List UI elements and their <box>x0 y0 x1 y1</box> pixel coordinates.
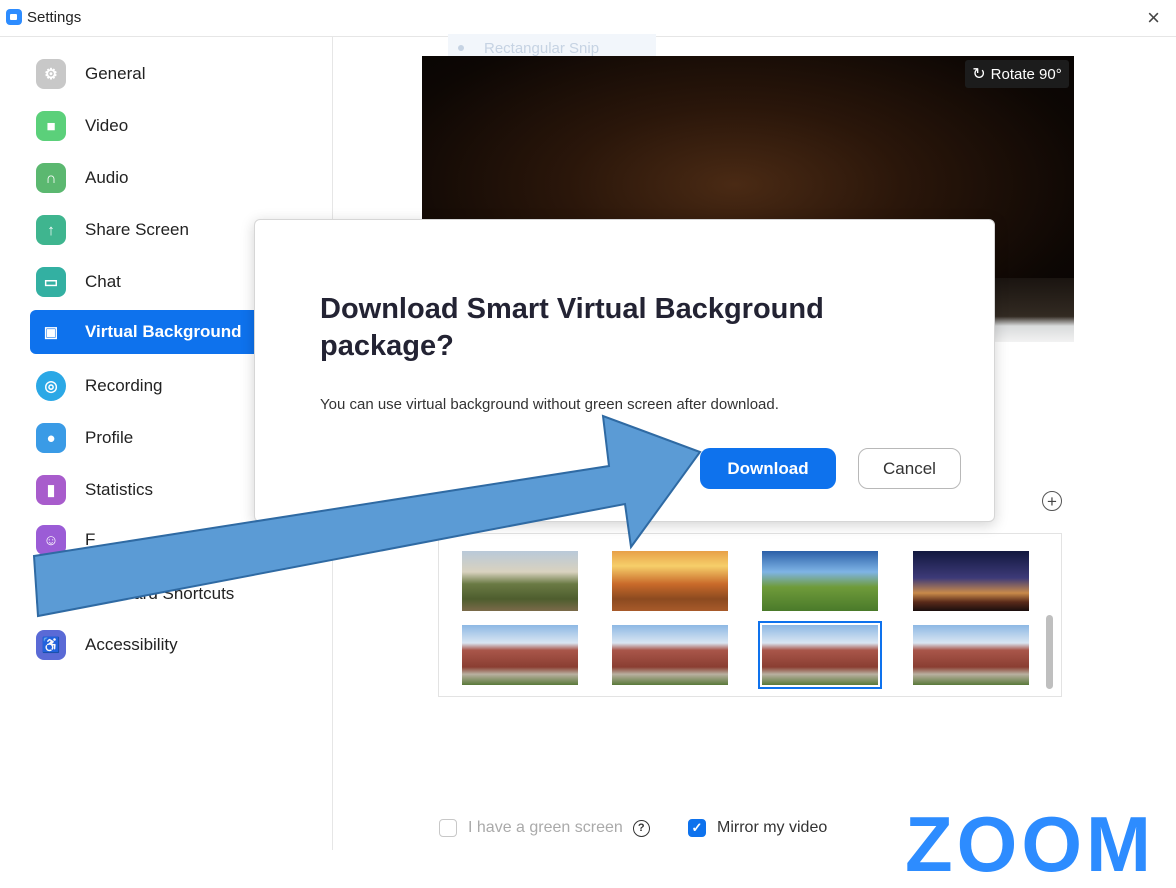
sidebar-item-label: Accessibility <box>85 635 178 654</box>
chat-bubble-icon: ▭ <box>36 267 66 297</box>
close-icon[interactable]: × <box>1147 5 1160 31</box>
sidebar-item-label: Virtual Background <box>85 322 242 341</box>
green-screen-checkbox[interactable] <box>439 819 457 837</box>
accessibility-icon: ♿ <box>36 630 66 660</box>
mirror-video-checkbox[interactable]: ✓ <box>688 819 706 837</box>
cancel-button[interactable]: Cancel <box>858 448 961 489</box>
sidebar-item-label: Video <box>85 116 129 135</box>
background-thumbnail-campus-1[interactable] <box>462 625 578 685</box>
rectangular-snip-label: Rectangular Snip <box>484 40 600 57</box>
sidebar-item-audio[interactable]: ∩ Audio <box>30 156 330 200</box>
mirror-video-label: Mirror my video <box>717 819 828 836</box>
dialog-message: You can use virtual background without g… <box>320 396 779 413</box>
recording-icon: ◎ <box>36 371 66 401</box>
gear-icon: ⚙ <box>36 59 66 89</box>
background-gallery <box>438 533 1062 697</box>
window-title: Settings <box>27 9 82 26</box>
snip-dot-icon <box>458 45 464 51</box>
sidebar-item-label: F <box>85 530 96 549</box>
download-button[interactable]: Download <box>700 448 836 489</box>
share-screen-icon: ↑ <box>36 215 66 245</box>
sidebar-item-label: Statistics <box>85 480 154 499</box>
headphones-icon: ∩ <box>36 163 66 193</box>
dialog-title: Download Smart Virtual Background packag… <box>320 293 824 362</box>
background-thumbnail-campus-3-selected[interactable] <box>758 621 882 689</box>
sidebar-item-label: Share Screen <box>85 220 189 239</box>
sidebar-item-video[interactable]: ■ Video <box>30 104 330 148</box>
background-thumbnail-campus-2[interactable] <box>612 625 728 685</box>
rotate-label: Rotate 90° <box>990 65 1062 83</box>
rotate-button[interactable]: ↻ Rotate 90° <box>965 60 1069 88</box>
zoom-logo: ZOOM <box>905 800 1155 888</box>
gallery-scroll-thumb[interactable] <box>1046 615 1053 689</box>
green-screen-option[interactable]: I have a green screen ? <box>439 816 650 840</box>
sidebar-item-keyboard-shortcuts[interactable]: ⌨ Keyboard Shortcuts <box>30 572 330 616</box>
sidebar-item-label: Keyboard Shortcuts <box>85 584 235 603</box>
help-icon[interactable]: ? <box>632 819 650 837</box>
background-thumbnail-night-campus[interactable] <box>913 551 1029 611</box>
feedback-icon: ☺ <box>36 525 66 555</box>
background-thumbnail-valley[interactable] <box>762 551 878 611</box>
zoom-app-icon <box>6 9 22 25</box>
sidebar-item-general[interactable]: ⚙ General <box>30 52 330 96</box>
virtual-background-icon: ▣ <box>43 324 59 341</box>
statistics-icon: ▮ <box>36 475 66 505</box>
profile-icon: ● <box>36 423 66 453</box>
background-thumbnail-sunset-field[interactable] <box>612 551 728 611</box>
download-dialog: Download Smart Virtual Background packag… <box>254 219 995 522</box>
plus-icon: + <box>1047 491 1057 511</box>
background-thumbnail-hills[interactable] <box>462 551 578 611</box>
video-camera-icon: ■ <box>36 111 66 141</box>
sidebar-item-label: Audio <box>85 168 129 187</box>
sidebar-item-label: Chat <box>85 272 121 291</box>
keyboard-icon: ⌨ <box>36 579 66 609</box>
rotate-icon: ↻ <box>972 66 986 83</box>
title-bar: Settings × <box>0 0 1176 37</box>
sidebar-item-feedback[interactable]: ☺ F <box>30 518 330 562</box>
sidebar-item-label: Profile <box>85 428 134 447</box>
gallery-scrollbar[interactable] <box>1044 539 1056 691</box>
sidebar-item-accessibility[interactable]: ♿ Accessibility <box>30 623 330 667</box>
add-background-button[interactable]: + <box>1042 491 1062 511</box>
mirror-video-option[interactable]: ✓ Mirror my video <box>688 816 827 840</box>
sidebar-item-label: Recording <box>85 376 163 395</box>
green-screen-label: I have a green screen <box>468 819 623 836</box>
background-thumbnail-campus-4[interactable] <box>913 625 1029 685</box>
sidebar-item-label: General <box>85 64 146 83</box>
